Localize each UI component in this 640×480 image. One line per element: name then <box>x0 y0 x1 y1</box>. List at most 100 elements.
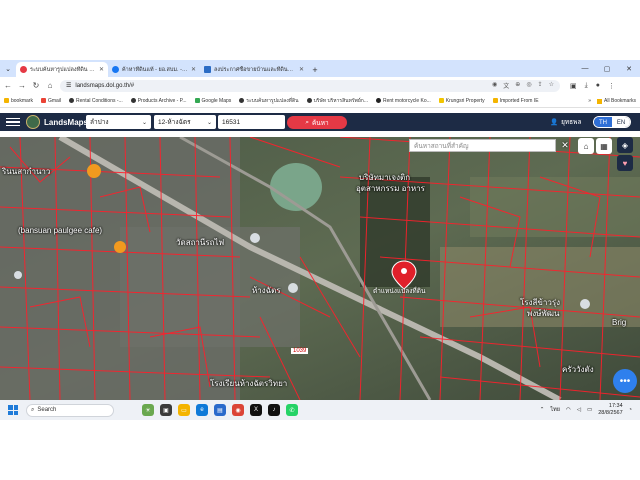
map-label: รินนสากำนาว <box>2 167 51 176</box>
task-view-icon[interactable]: ▣ <box>160 404 172 416</box>
bookmark-item[interactable]: bookmark <box>4 98 33 104</box>
edge-icon[interactable]: e <box>196 404 208 416</box>
satellite-map[interactable]: รินนสากำนาว (bansuan paulgee cafe) วัดสถ… <box>0 137 640 400</box>
bookmark-item[interactable]: Gmail <box>40 97 62 104</box>
eye-off-icon[interactable]: ◎ <box>526 81 531 90</box>
lang-en-button[interactable]: EN <box>612 117 630 127</box>
language-toggle[interactable]: TH EN <box>593 116 631 128</box>
notification-icon[interactable]: ◔ <box>629 407 632 413</box>
file-explorer-icon[interactable]: ▭ <box>178 404 190 416</box>
bookmark-item[interactable]: Products Archive - P... <box>130 97 187 104</box>
tab-facebook[interactable]: ค้าหาที่ดินแท้ - ยอ.สบม. - แผลราภ ✕ <box>108 62 200 77</box>
grid-icon[interactable]: ▦ <box>596 138 612 154</box>
map-label: วัดสถานีรถไฟ <box>176 238 225 247</box>
bookmark-label: Products Archive - P... <box>137 97 187 104</box>
bookmark-item[interactable]: Rent motorcycle Ko... <box>375 98 431 104</box>
bookmark-item[interactable]: ระบบค้นหารูปแปลงที่ดิน <box>239 97 299 105</box>
gmail-icon <box>40 98 46 103</box>
province-value: ลำปาง <box>90 119 109 126</box>
chevron-up-icon[interactable]: ⌃ <box>540 407 545 413</box>
search-icon: ⌕ <box>305 118 309 126</box>
location-icon[interactable]: ◉ <box>492 81 497 90</box>
volume-icon[interactable]: ◁ <box>577 407 581 413</box>
tiktok-icon[interactable]: ♪ <box>268 404 280 416</box>
map-label: ครัววังตัง <box>562 365 594 374</box>
map-canvas <box>0 137 640 400</box>
extensions-icon[interactable]: ▣ <box>570 82 577 90</box>
battery-icon[interactable]: ▭ <box>587 407 592 413</box>
layers-icon[interactable]: ◈ <box>617 137 633 153</box>
minimize-icon[interactable]: — <box>574 60 596 77</box>
clock[interactable]: 17:34 28/8/2567 <box>598 403 622 417</box>
district-select[interactable]: 12-ห้างฉัตร ⌄ <box>154 115 216 129</box>
hamburger-menu-icon[interactable] <box>6 117 20 127</box>
translate-icon[interactable]: 文 <box>503 81 509 90</box>
site-icon <box>239 98 245 103</box>
folder-icon <box>4 98 9 103</box>
url-text: landsmaps.dol.go.th/# <box>75 82 135 89</box>
place-search-input[interactable]: ค้นหาสถานที่สำคัญ <box>409 139 556 152</box>
search-icon: ⌕ <box>31 406 35 413</box>
window-controls: — ▢ ✕ <box>574 60 640 77</box>
tray-language[interactable]: ไทย <box>550 406 560 414</box>
bookmark-label: Google Maps <box>201 97 232 104</box>
tab-search-icon[interactable]: ⌄ <box>0 61 16 77</box>
home-map-icon[interactable]: ⌂ <box>578 138 594 154</box>
user-name: ยุทธพล <box>561 119 582 126</box>
site-header: LandsMaps ลำปาง ⌄ 12-ห้างฉัตร ⌄ 16531 ⌕ ค้น… <box>0 113 640 131</box>
site-icon <box>130 98 136 103</box>
zoom-icon[interactable]: ⊕ <box>515 81 520 90</box>
province-select[interactable]: ลำปาง ⌄ <box>86 115 151 129</box>
close-icon[interactable]: ✕ <box>299 66 304 73</box>
lang-th-button[interactable]: TH <box>594 117 612 127</box>
reload-icon[interactable]: ↻ <box>30 80 42 92</box>
bookmark-item[interactable]: Google Maps <box>194 97 232 104</box>
taskbar-search[interactable]: ⌕ Search <box>26 403 114 417</box>
user-icon: 👤 <box>550 119 559 126</box>
address-bar[interactable]: ☰ landsmaps.dol.go.th/# ◉ 文 ⊕ ◎ ⇪ ☆ <box>60 79 560 92</box>
bookmark-item[interactable]: Imported From IE <box>492 98 539 104</box>
back-icon[interactable]: ← <box>2 80 14 92</box>
all-bookmarks-label: All Bookmarks <box>604 98 636 104</box>
home-icon[interactable]: ⌂ <box>44 80 56 92</box>
browser-menu-icon[interactable]: ⋮ <box>608 82 615 90</box>
bookmark-label: ระบบค้นหารูปแปลงที่ดิน <box>246 97 299 104</box>
wifi-icon[interactable]: ◠ <box>566 407 571 413</box>
windows-start-icon[interactable] <box>8 405 18 415</box>
close-window-icon[interactable]: ✕ <box>618 60 640 77</box>
bookmark-item[interactable]: Rental Conditions -... <box>69 98 123 104</box>
new-tab-button[interactable]: + <box>308 62 322 77</box>
bookmark-label: Krungsri Property <box>445 97 485 104</box>
user-menu[interactable]: 👤 ยุทธพล <box>550 113 581 131</box>
tab-title: ลงประกาศซื้อขายบ้านและที่ดินฟรี | <box>214 66 296 73</box>
tab-property-listing[interactable]: ลงประกาศซื้อขายบ้านและที่ดินฟรี | ✕ <box>200 62 308 77</box>
profile-icon[interactable]: ● <box>596 82 600 90</box>
whatsapp-icon[interactable]: ✆ <box>286 404 298 416</box>
map-label: (bansuan paulgee cafe) <box>18 226 103 235</box>
download-icon[interactable]: ⤓ <box>585 82 588 90</box>
share-icon[interactable]: ⇪ <box>538 81 543 90</box>
close-icon[interactable]: ✕ <box>99 66 104 73</box>
bookmark-item[interactable]: Krungsri Property <box>438 97 485 104</box>
more-options-button[interactable]: ••• <box>613 369 637 393</box>
x-icon[interactable]: X <box>250 404 262 416</box>
bookmark-item[interactable]: บริษัท บริหารสินทรัพย์ก... <box>306 97 368 105</box>
chrome-icon[interactable]: ◉ <box>232 404 244 416</box>
close-icon[interactable]: ✕ <box>191 66 196 73</box>
parcel-number-input[interactable]: 16531 <box>218 115 285 129</box>
store-icon[interactable]: ▤ <box>214 404 226 416</box>
pin-label: ตำแหน่งแปลงที่ดิน <box>373 288 426 295</box>
widgets-icon[interactable]: ☀ <box>142 404 154 416</box>
site-info-icon[interactable]: ☰ <box>66 82 71 89</box>
bookmark-label: Gmail <box>47 97 62 104</box>
favorite-heart-icon[interactable]: ♥ <box>617 155 633 171</box>
close-search-icon[interactable]: ✕ <box>559 139 571 152</box>
forward-icon[interactable]: → <box>16 80 28 92</box>
search-button-label: ค้นหา <box>311 119 329 127</box>
tab-landsmaps[interactable]: ระบบค้นหารูปแปลงที่ดิน (LandsMa ✕ <box>16 62 108 77</box>
bookmark-star-icon[interactable]: ☆ <box>549 81 554 90</box>
search-button[interactable]: ⌕ ค้นหา <box>287 116 347 129</box>
maximize-icon[interactable]: ▢ <box>596 60 618 77</box>
all-bookmarks-button[interactable]: » All Bookmarks <box>584 94 636 107</box>
map-label: Brig <box>612 318 627 327</box>
